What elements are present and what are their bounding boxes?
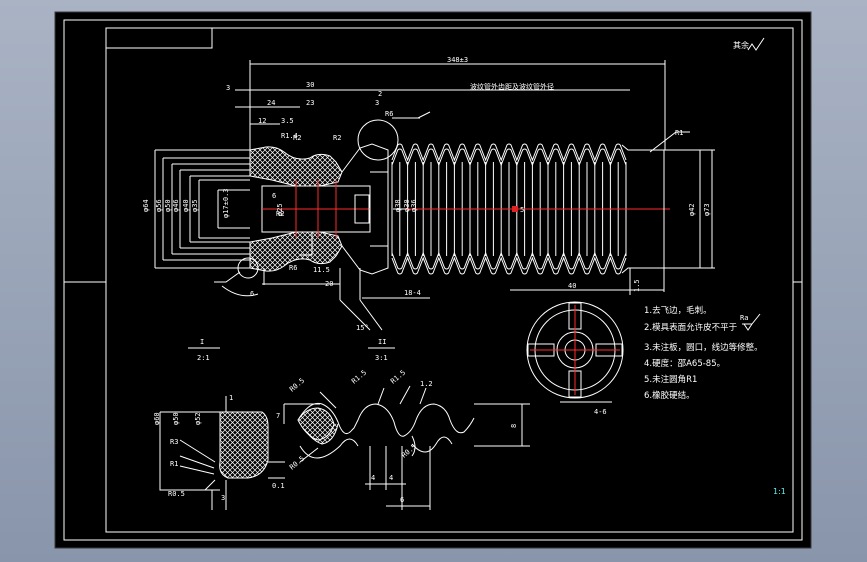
dim-left-0: φ64 [142, 199, 150, 212]
dim-left-4: φ40 [182, 199, 190, 212]
dim-mid-4: 11.5 [313, 266, 330, 274]
note-1: 1.去飞边，毛刺。 [644, 305, 712, 316]
dim-left-3: φ46 [172, 199, 180, 212]
dim-overall-length: 348±3 [447, 56, 468, 64]
detail-one-title: I [200, 338, 204, 346]
note-5: 5.未注圆角R1 [644, 374, 697, 385]
d1-dim-0: φ60 [153, 412, 161, 425]
dim-mid-10: φ38 [394, 199, 402, 212]
dim-top-8: 3 [375, 99, 379, 107]
dim-right-4: 40 [568, 282, 576, 290]
dim-top-0: 3 [226, 84, 230, 92]
dim-left-6: φ17±0.3 [222, 188, 230, 218]
d2-dim-10: 8 [510, 424, 518, 428]
dim-right-5: 5 [520, 206, 524, 214]
roughness-mark: Ra [740, 314, 748, 322]
cad-viewport[interactable]: 其余 348±3 波纹管外齿距及波纹管外径 3 30 24 23 12 3.5 … [0, 0, 867, 562]
dim-mid-7: 15° [356, 324, 369, 332]
dim-mid-9: φ36 [410, 199, 418, 212]
dim-mid-2: R2 [276, 210, 284, 218]
scale-mark: 1:1 [773, 487, 786, 496]
section-label: 4-6 [594, 408, 607, 416]
detail-one-scale: 2:1 [197, 354, 210, 362]
dim-top-2: 24 [267, 99, 275, 107]
detail-two-title: II [378, 338, 386, 346]
d1-dim-6: 0.1 [272, 482, 285, 490]
note-2: 2.模具表面允许皮不平于 [644, 322, 738, 333]
d2-dim-6: 7 [276, 412, 280, 420]
surface-mark-label: 其余 [733, 40, 749, 50]
dim-top-9: R6 [385, 110, 393, 118]
dim-right-1: φ42 [688, 203, 696, 216]
dim-left-5: φ35 [191, 199, 199, 212]
note-6: 6.橡胶硬结。 [644, 390, 695, 401]
dim-mid-5: 20 [325, 280, 333, 288]
dim-top-7: R2 [293, 134, 301, 142]
dim-right-0: R1 [675, 129, 683, 137]
dim-top-1: 30 [306, 81, 314, 89]
d1-dim-3: R3 [170, 438, 178, 446]
d2-dim-3: 1.2 [420, 380, 433, 388]
detail-two-scale: 3:1 [375, 354, 388, 362]
d2-dim-7: 4 [371, 474, 375, 482]
d1-dim-1: φ50 [172, 412, 180, 425]
drawing-sheet [54, 11, 812, 549]
engineering-drawing: 其余 348±3 波纹管外齿距及波纹管外径 3 30 24 23 12 3.5 … [54, 11, 812, 549]
dim-mid-8: φ30 [403, 199, 411, 212]
d1-dim-8: 1 [229, 394, 233, 402]
dim-right-2: φ73 [703, 203, 711, 216]
d2-dim-9: 6 [400, 496, 404, 504]
dim-top-3: 23 [306, 99, 314, 107]
note-3: 3.未注板，圆口，线边等修整。 [644, 342, 763, 353]
dim-mid-3: R6 [289, 264, 297, 272]
dim-top-4: 12 [258, 117, 266, 125]
dim-left-2: φ50 [164, 199, 172, 212]
dim-mid-6: 18-4 [404, 289, 421, 297]
d1-dim-2: φ52 [194, 412, 202, 425]
d1-dim-5: R0.5 [168, 490, 185, 498]
d2-dim-8: 4 [389, 474, 393, 482]
dim-mid-0: 6 [272, 192, 276, 200]
label-3: 2 [378, 90, 382, 98]
dim-left-1: φ56 [155, 199, 163, 212]
label-6: 6 [250, 290, 254, 298]
note-4: 4.硬度：邵A65-85。 [644, 358, 725, 369]
d1-dim-7: 3 [221, 494, 225, 502]
dim-top-5: 3.5 [281, 117, 294, 125]
dim-top-10: R2 [333, 134, 341, 142]
d1-dim-4: R1 [170, 460, 178, 468]
